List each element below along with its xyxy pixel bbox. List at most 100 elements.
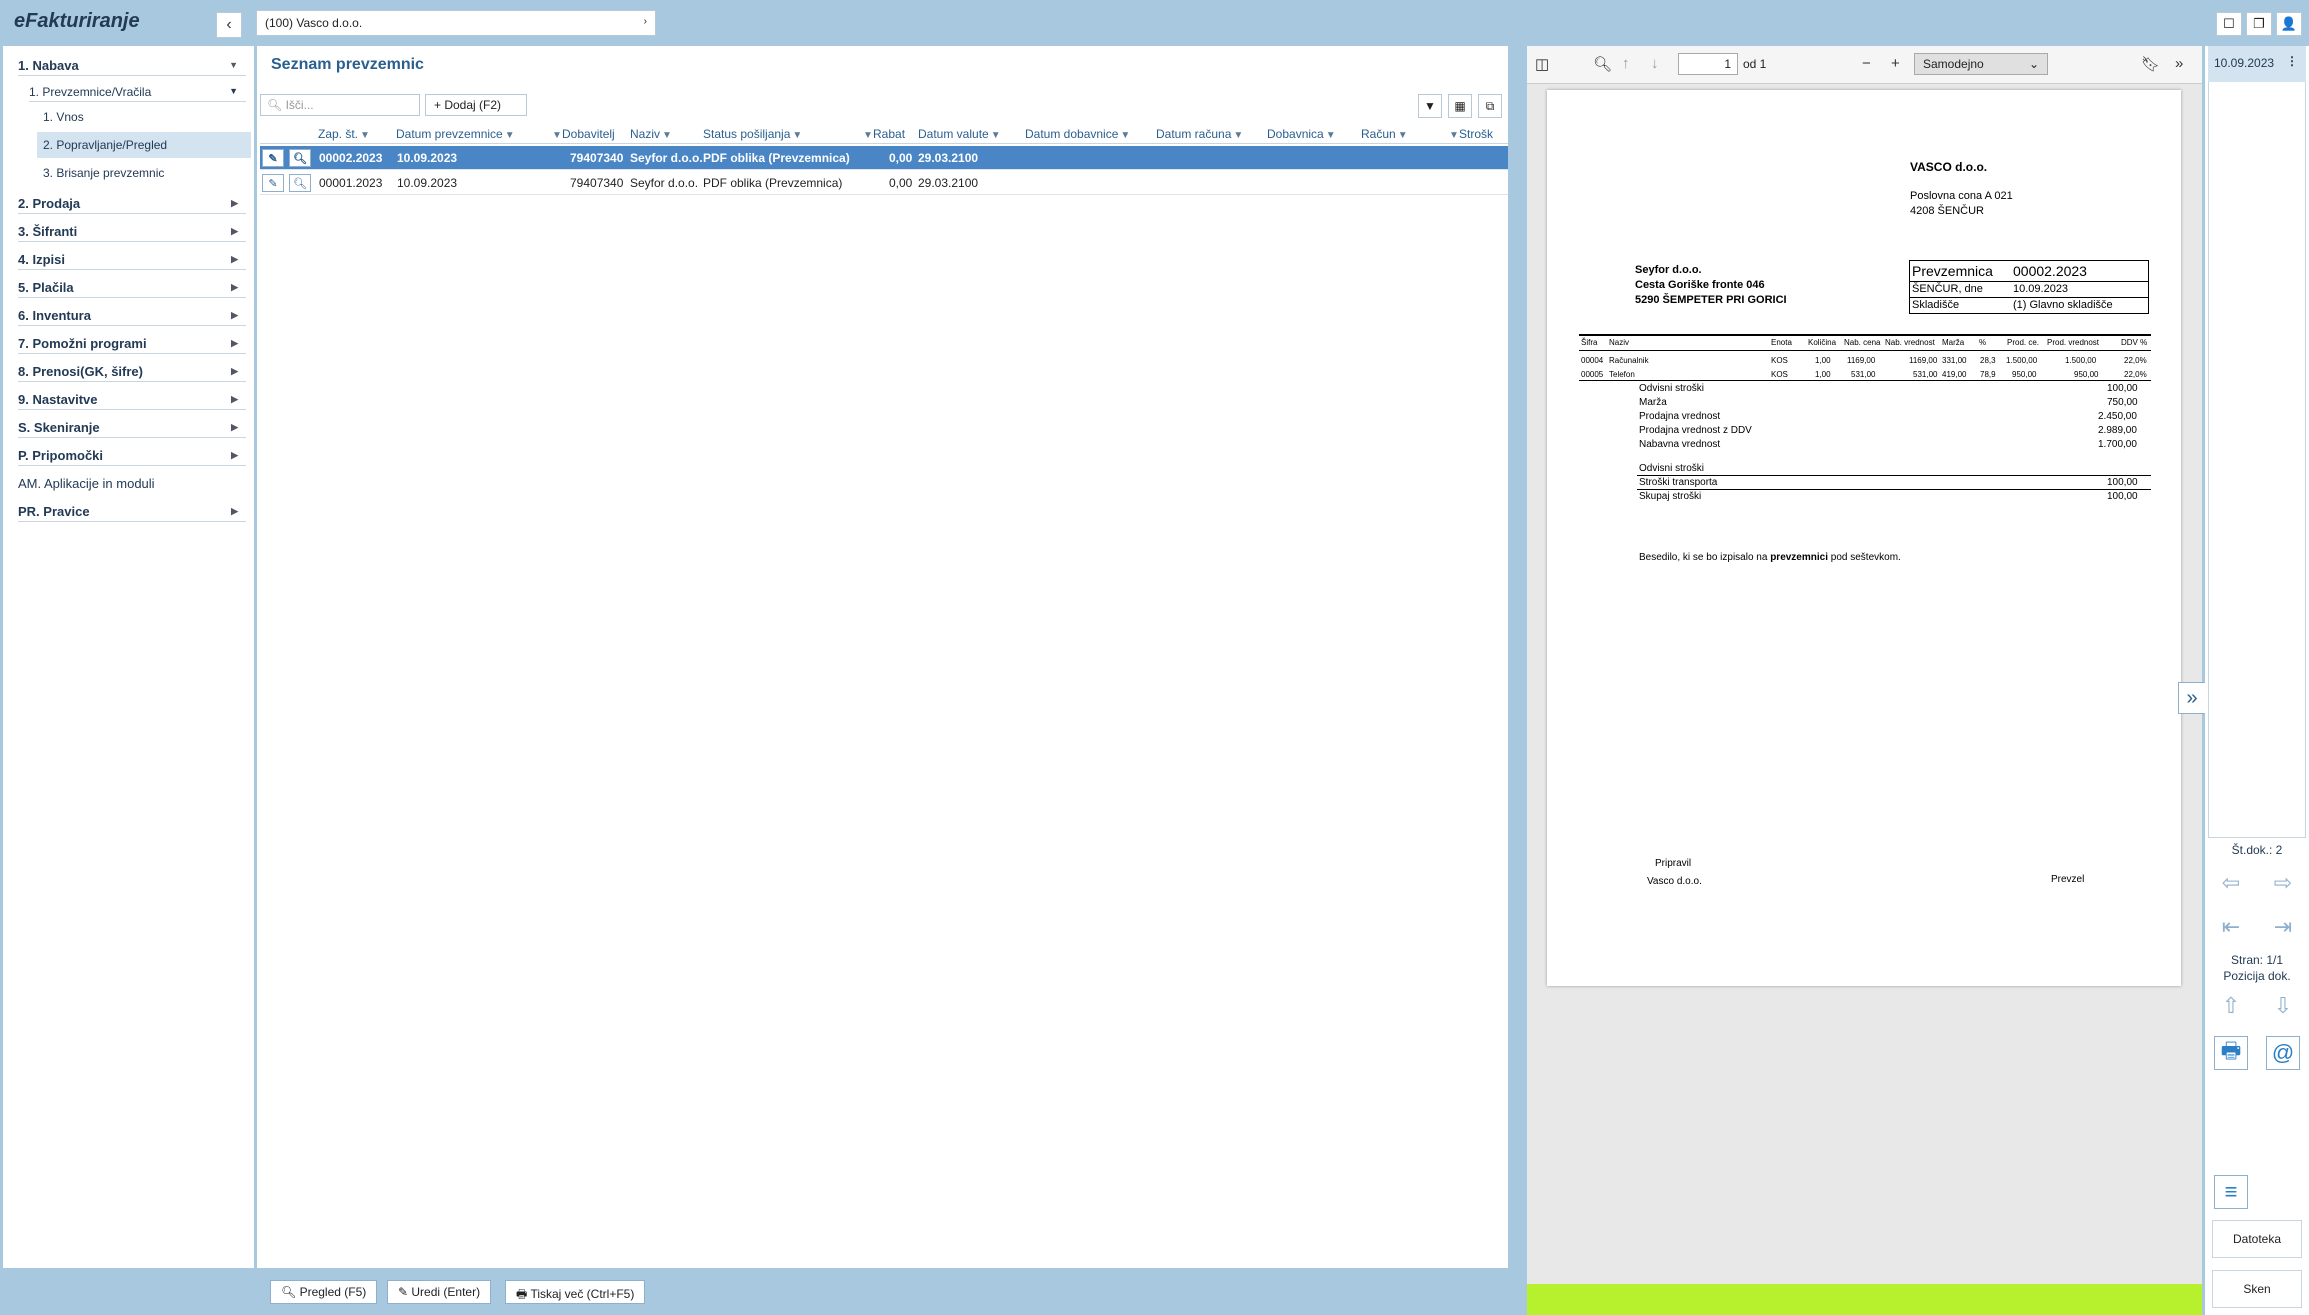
col-status[interactable]: Status pošiljanja ▼ — [703, 127, 802, 141]
zoom-select[interactable]: Samodejno ⌄ — [1914, 53, 2048, 75]
search-input[interactable]: 🔍︎ Išči... — [260, 94, 420, 116]
sidebar-item-prenosi[interactable]: 8. Prenosi(GK, šifre) ▶ — [18, 360, 246, 382]
edit-icon[interactable]: ✎ — [262, 174, 284, 192]
sidebar-item-izpisi[interactable]: 4. Izpisi ▶ — [18, 248, 246, 270]
edit-icon[interactable]: ✎ — [262, 149, 284, 167]
print-more-button[interactable]: 🖶 Tiskaj več (Ctrl+F5) — [505, 1280, 646, 1304]
scan-button[interactable]: Sken — [2212, 1270, 2302, 1308]
sidebar-leaf-popravljanje[interactable]: 2. Popravljanje/Pregled — [37, 132, 251, 158]
sidebar-item-pomozni[interactable]: 7. Pomožni programi ▶ — [18, 332, 246, 354]
sidebar-item-sifranti[interactable]: 3. Šifranti ▶ — [18, 220, 246, 242]
table-row[interactable]: ✎ 🔍︎ 00001.2023 10.09.2023 79407340 Seyf… — [260, 171, 1508, 195]
chevron-right-icon: ▶ — [231, 282, 238, 292]
col-naziv[interactable]: Naziv ▼ — [630, 127, 672, 141]
pdf-td: 331,00 — [1942, 356, 1967, 365]
first-page-icon[interactable]: ⇤ — [2214, 910, 2248, 944]
main-panel — [257, 46, 1512, 1268]
company-select-value: (100) Vasco d.o.o. — [265, 16, 363, 30]
col-racun[interactable]: Račun ▼ — [1361, 127, 1408, 141]
sidebar-item-skeniranje[interactable]: S. Skeniranje ▶ — [18, 416, 246, 438]
page-number-input[interactable]: 1 — [1678, 53, 1738, 75]
chevron-right-icon: ▶ — [231, 338, 238, 348]
grid-icon[interactable]: ▦ — [1448, 94, 1472, 118]
pdf-note-post: pod seštevkom. — [1828, 552, 1901, 563]
expand-panel-button[interactable]: » — [2178, 682, 2206, 714]
arrow-right-icon[interactable]: ⇨ — [2266, 866, 2300, 900]
cell-naziv: Seyfor d.o.o. — [630, 176, 699, 190]
sidebar-item-label: S. Skeniranje — [18, 420, 100, 435]
filter-icon: ▼ — [1449, 130, 1459, 141]
preview-icon[interactable]: 🔍︎ — [289, 149, 311, 167]
col-valuta[interactable]: Datum valute ▼ — [918, 127, 1001, 141]
sidebar-leaf-brisanje[interactable]: 3. Brisanje prevzemnic — [37, 160, 251, 186]
sidebar-item-placila[interactable]: 5. Plačila ▶ — [18, 276, 246, 298]
bookmark-icon[interactable]: 🔖︎ — [2141, 55, 2160, 73]
double-chevron-right-icon[interactable]: » — [2175, 55, 2183, 72]
pdf-summary-label: Nabavna vrednost — [1639, 439, 1721, 450]
pdf-td: 1.500,00 — [2006, 356, 2038, 365]
copy-icon[interactable]: ⧉ — [1478, 94, 1502, 118]
col-dobavnica-datum[interactable]: Datum dobavnice ▼ — [1025, 127, 1130, 141]
add-button[interactable]: + Dodaj (F2) — [425, 94, 527, 116]
arrow-up-icon[interactable]: ↑ — [1622, 55, 1630, 72]
search-placeholder: Išči... — [285, 98, 314, 112]
search-icon[interactable]: 🔍︎ — [1593, 55, 1612, 73]
preview-icon[interactable]: 🔍︎ — [289, 174, 311, 192]
col-rabat[interactable]: ▼Rabat — [861, 127, 905, 141]
filter-icon: ▼ — [1397, 130, 1408, 141]
sidebar-item-nastavitve[interactable]: 9. Nastavitve ▶ — [18, 388, 246, 410]
zoom-out-icon[interactable]: − — [1862, 55, 1871, 72]
windows-icon[interactable]: ❐ — [2246, 12, 2272, 36]
pdf-td: Telefon — [1609, 370, 1635, 379]
user-icon[interactable]: 👤 — [2276, 12, 2302, 36]
arrow-up-icon[interactable]: ⇧ — [2214, 989, 2248, 1023]
file-button[interactable]: Datoteka — [2212, 1220, 2302, 1258]
more-vertical-icon[interactable]: ⋮ — [2286, 54, 2298, 68]
table-row[interactable]: ✎ 🔍︎ 00002.2023 10.09.2023 79407340 Seyf… — [260, 146, 1508, 170]
window-icon[interactable]: ☐ — [2216, 12, 2242, 36]
edit-button[interactable]: ✎ Uredi (Enter) — [387, 1280, 492, 1304]
arrow-left-icon[interactable]: ⇦ — [2214, 866, 2248, 900]
page-title: Seznam prevzemnic — [271, 56, 424, 73]
viewer-status-bar — [1527, 1284, 2202, 1315]
col-dobavitelj[interactable]: ▼Dobavitelj — [550, 127, 615, 141]
filter-icon[interactable]: ▼ — [1418, 94, 1442, 118]
col-stroski[interactable]: ▼Strošk — [1447, 127, 1493, 141]
page-count: od 1 — [1743, 57, 1767, 71]
printer-icon[interactable]: 🖶 — [2214, 1036, 2248, 1070]
col-zap[interactable]: Zap. št. ▼ — [318, 127, 370, 141]
col-datum[interactable]: Datum prevzemnice ▼ — [396, 127, 515, 141]
arrow-down-icon[interactable]: ↓ — [1651, 55, 1659, 72]
last-page-icon[interactable]: ⇥ — [2266, 910, 2300, 944]
pdf-th: % — [1979, 338, 1987, 347]
panel-splitter[interactable] — [1508, 46, 1514, 1268]
filter-icon: ▼ — [552, 130, 562, 141]
zoom-in-icon[interactable]: + — [1891, 55, 1900, 72]
sidebar-item-aplikacije[interactable]: AM. Aplikacije in moduli — [18, 472, 246, 494]
pdf-th: Količina — [1808, 338, 1837, 347]
sidebar-item-nabava[interactable]: 1. Nabava ▼ — [18, 54, 246, 76]
company-select[interactable]: (100) Vasco d.o.o. › — [256, 10, 656, 36]
arrow-down-icon[interactable]: ⇩ — [2266, 989, 2300, 1023]
pdf-td: 78,9 — [1980, 370, 1996, 379]
chevron-right-icon: ▶ — [231, 198, 238, 208]
pdf-td: 00004 — [1581, 356, 1604, 365]
sidebar-toggle-icon[interactable]: ◫ — [1535, 55, 1549, 73]
collapse-sidebar-button[interactable]: ‹ — [216, 12, 242, 38]
document-list-item[interactable]: 10.09.2023 ⋮ — [2208, 46, 2306, 82]
sidebar-item-pripomocki[interactable]: P. Pripomočki ▶ — [18, 444, 246, 466]
chevron-right-icon: ▶ — [231, 254, 238, 264]
email-icon[interactable]: @ — [2266, 1036, 2300, 1070]
preview-button[interactable]: 🔍︎ Pregled (F5) — [270, 1280, 378, 1304]
col-dobavnica[interactable]: Dobavnica ▼ — [1267, 127, 1336, 141]
sidebar-item-prodaja[interactable]: 2. Prodaja ▶ — [18, 192, 246, 214]
sidebar-item-pravice[interactable]: PR. Pravice ▶ — [18, 500, 246, 522]
menu-icon[interactable]: ≡ — [2214, 1175, 2248, 1209]
pdf-summary-label: Prodajna vrednost z DDV — [1639, 425, 1752, 436]
sidebar-item-inventura[interactable]: 6. Inventura ▶ — [18, 304, 246, 326]
sidebar-item-label: 1. Nabava — [18, 58, 79, 73]
pdf-td: 1,00 — [1815, 370, 1831, 379]
sidebar-sub-prevzemnice[interactable]: 1. Prevzemnice/Vračila ▼ — [29, 80, 246, 102]
col-racun-datum[interactable]: Datum računa ▼ — [1156, 127, 1243, 141]
sidebar-leaf-vnos[interactable]: 1. Vnos — [37, 104, 251, 130]
